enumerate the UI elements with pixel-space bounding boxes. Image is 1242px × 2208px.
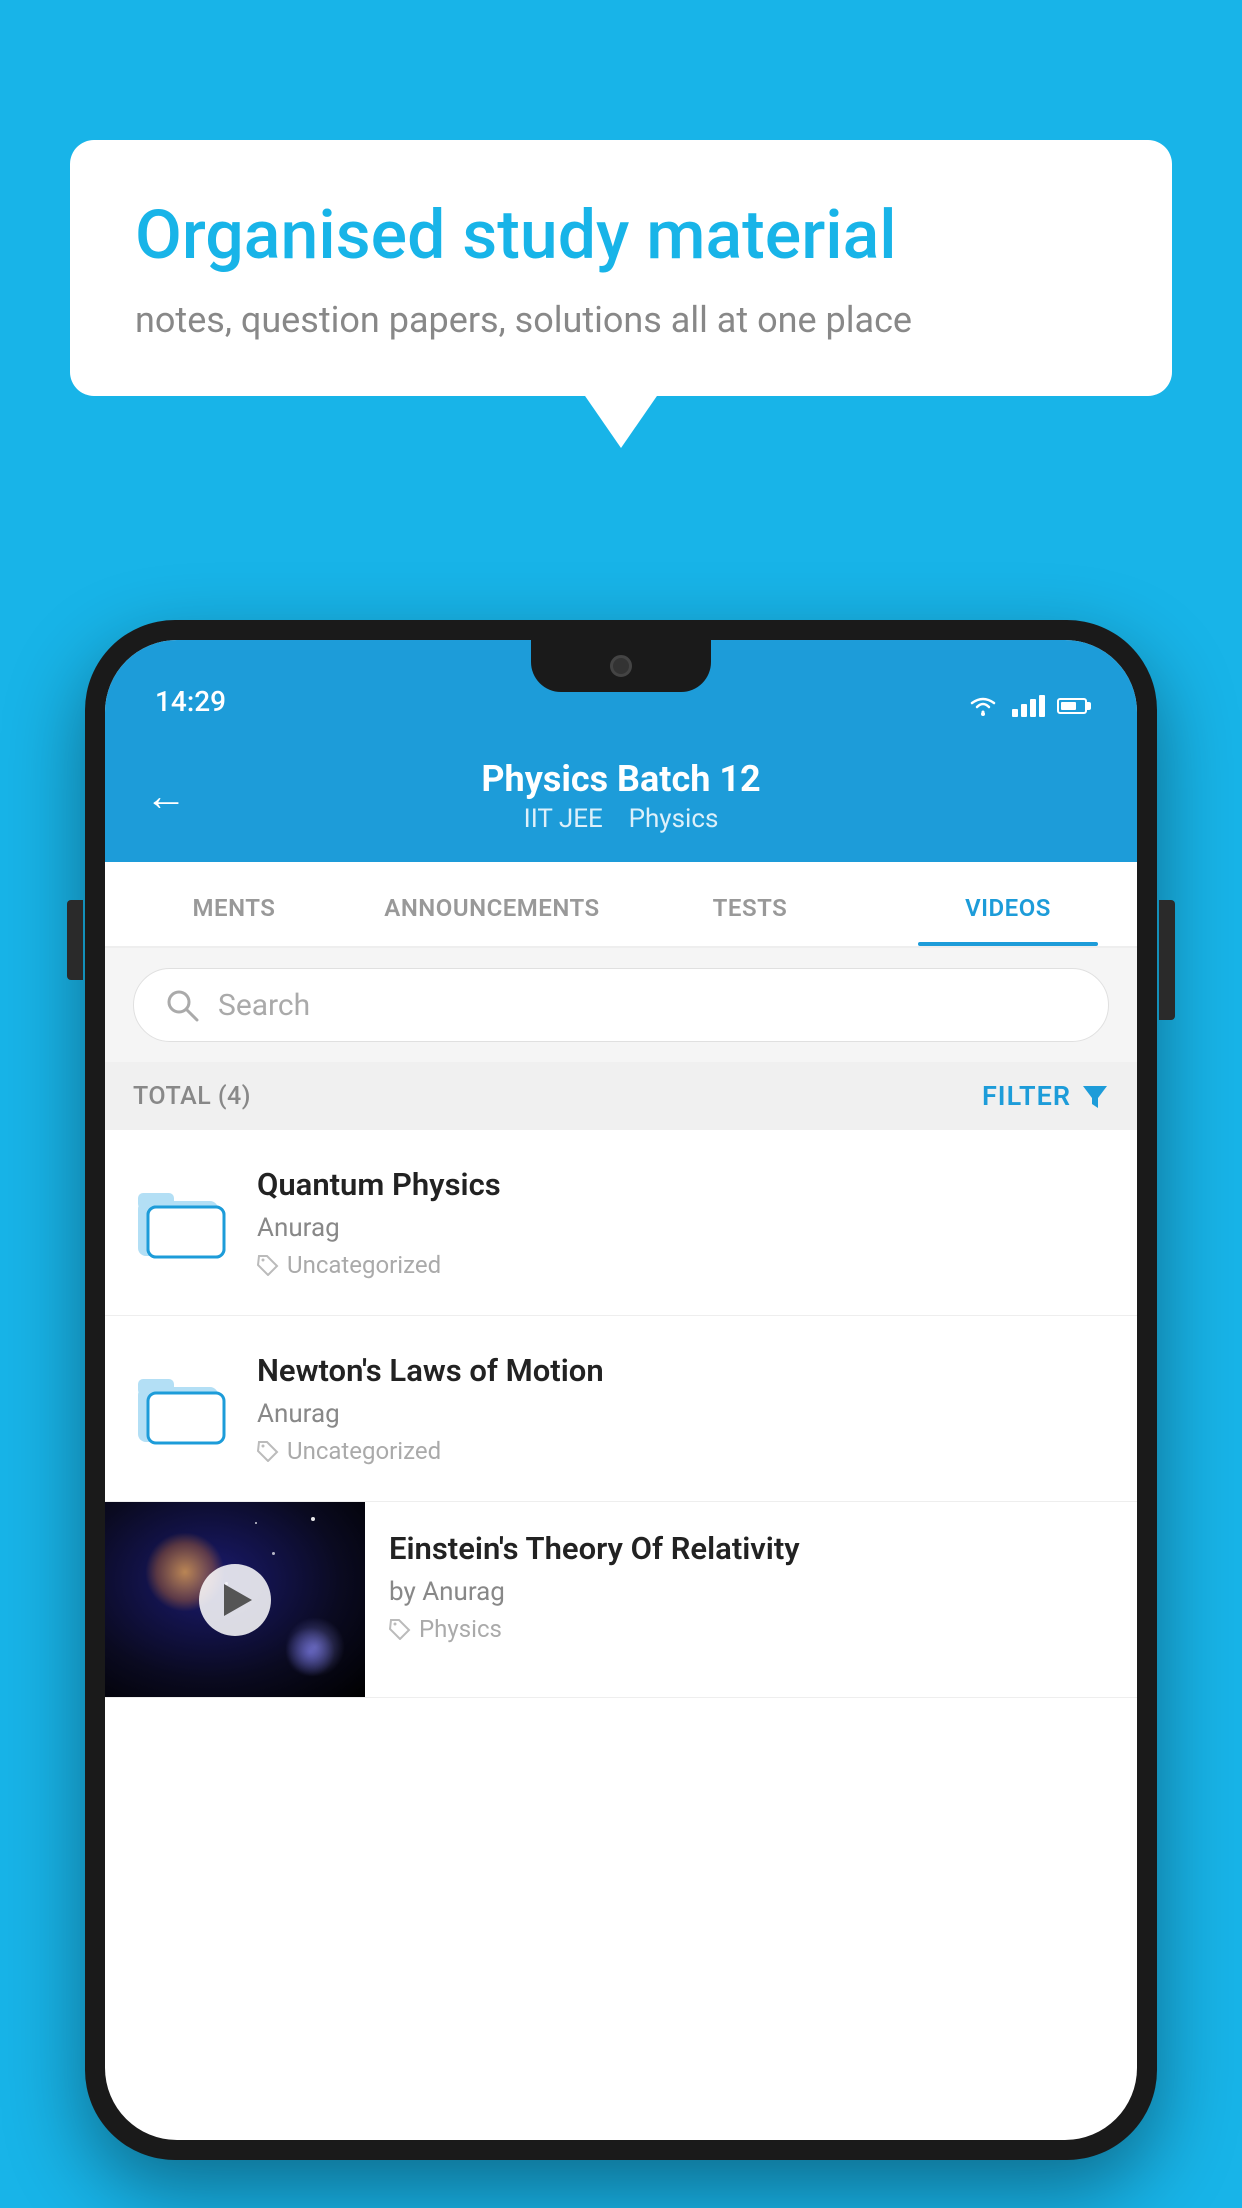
- video-item-quantum-physics[interactable]: Quantum Physics Anurag Uncategorized: [105, 1130, 1137, 1316]
- phone-mockup: 14:29: [85, 620, 1157, 2208]
- video-tag-quantum: Uncategorized: [257, 1251, 1109, 1279]
- video-author-einstein: by Anurag: [389, 1577, 1109, 1607]
- play-button-einstein[interactable]: [199, 1564, 271, 1636]
- search-icon: [164, 987, 200, 1023]
- tabs-bar: MENTS ANNOUNCEMENTS TESTS VIDEOS: [105, 862, 1137, 948]
- video-info-einstein: Einstein's Theory Of Relativity by Anura…: [365, 1502, 1137, 1671]
- phone-outer: 14:29: [85, 620, 1157, 2160]
- video-author-newtons: Anurag: [257, 1399, 1109, 1429]
- speech-bubble-container: Organised study material notes, question…: [70, 140, 1172, 396]
- video-tag-einstein: Physics: [389, 1615, 1109, 1643]
- header-title: Physics Batch 12: [217, 758, 1025, 800]
- search-container: Search: [105, 948, 1137, 1062]
- search-input[interactable]: Search: [218, 988, 310, 1023]
- video-tag-newtons: Uncategorized: [257, 1437, 1109, 1465]
- speech-bubble-title: Organised study material: [135, 195, 1107, 277]
- tag-icon-newtons: [257, 1440, 279, 1462]
- tag-icon-quantum: [257, 1254, 279, 1276]
- signal-icon: [1012, 695, 1045, 717]
- tag-label-quantum: Uncategorized: [287, 1251, 441, 1279]
- video-item-newtons-laws[interactable]: Newton's Laws of Motion Anurag Uncategor…: [105, 1316, 1137, 1502]
- tab-videos[interactable]: VIDEOS: [879, 862, 1137, 946]
- video-thumb-quantum: [133, 1183, 233, 1263]
- wifi-icon: [966, 694, 1000, 718]
- play-triangle-icon: [224, 1584, 252, 1616]
- tag-label-newtons: Uncategorized: [287, 1437, 441, 1465]
- header-title-block: Physics Batch 12 IIT JEE Physics: [217, 758, 1025, 834]
- status-icons: [966, 694, 1087, 718]
- header-subtitle-tag2: Physics: [629, 804, 719, 834]
- filter-bar: TOTAL (4) FILTER: [105, 1062, 1137, 1130]
- app-header: ← Physics Batch 12 IIT JEE Physics: [105, 730, 1137, 862]
- battery-icon: [1057, 698, 1087, 714]
- phone-inner: 14:29: [105, 640, 1137, 2140]
- video-thumb-newtons: [133, 1369, 233, 1449]
- folder-icon-newtons: [138, 1369, 228, 1449]
- video-info-quantum: Quantum Physics Anurag Uncategorized: [257, 1166, 1109, 1279]
- tag-icon-einstein: [389, 1618, 411, 1640]
- tab-ments[interactable]: MENTS: [105, 862, 363, 946]
- tab-tests[interactable]: TESTS: [621, 862, 879, 946]
- header-subtitle: IIT JEE Physics: [217, 804, 1025, 834]
- video-author-quantum: Anurag: [257, 1213, 1109, 1243]
- filter-button[interactable]: FILTER: [982, 1080, 1109, 1112]
- video-thumbnail-einstein: [105, 1502, 365, 1697]
- back-button[interactable]: ←: [145, 772, 187, 821]
- video-list: Quantum Physics Anurag Uncategorized: [105, 1130, 1137, 1698]
- speech-bubble-subtitle: notes, question papers, solutions all at…: [135, 299, 1107, 341]
- video-item-einstein[interactable]: Einstein's Theory Of Relativity by Anura…: [105, 1502, 1137, 1698]
- total-count: TOTAL (4): [133, 1082, 251, 1111]
- speech-bubble: Organised study material notes, question…: [70, 140, 1172, 396]
- video-info-newtons: Newton's Laws of Motion Anurag Uncategor…: [257, 1352, 1109, 1465]
- header-subtitle-tag1: IIT JEE: [524, 804, 603, 834]
- video-title-quantum: Quantum Physics: [257, 1166, 1109, 1203]
- search-bar[interactable]: Search: [133, 968, 1109, 1042]
- status-bar: 14:29: [105, 640, 1137, 730]
- tab-announcements[interactable]: ANNOUNCEMENTS: [363, 862, 621, 946]
- camera-dot: [610, 655, 632, 677]
- video-title-einstein: Einstein's Theory Of Relativity: [389, 1530, 1109, 1567]
- phone-notch: [531, 640, 711, 692]
- folder-icon-quantum: [138, 1183, 228, 1263]
- filter-label: FILTER: [982, 1080, 1071, 1112]
- video-title-newtons: Newton's Laws of Motion: [257, 1352, 1109, 1389]
- filter-icon: [1081, 1082, 1109, 1110]
- tag-label-einstein: Physics: [419, 1615, 502, 1643]
